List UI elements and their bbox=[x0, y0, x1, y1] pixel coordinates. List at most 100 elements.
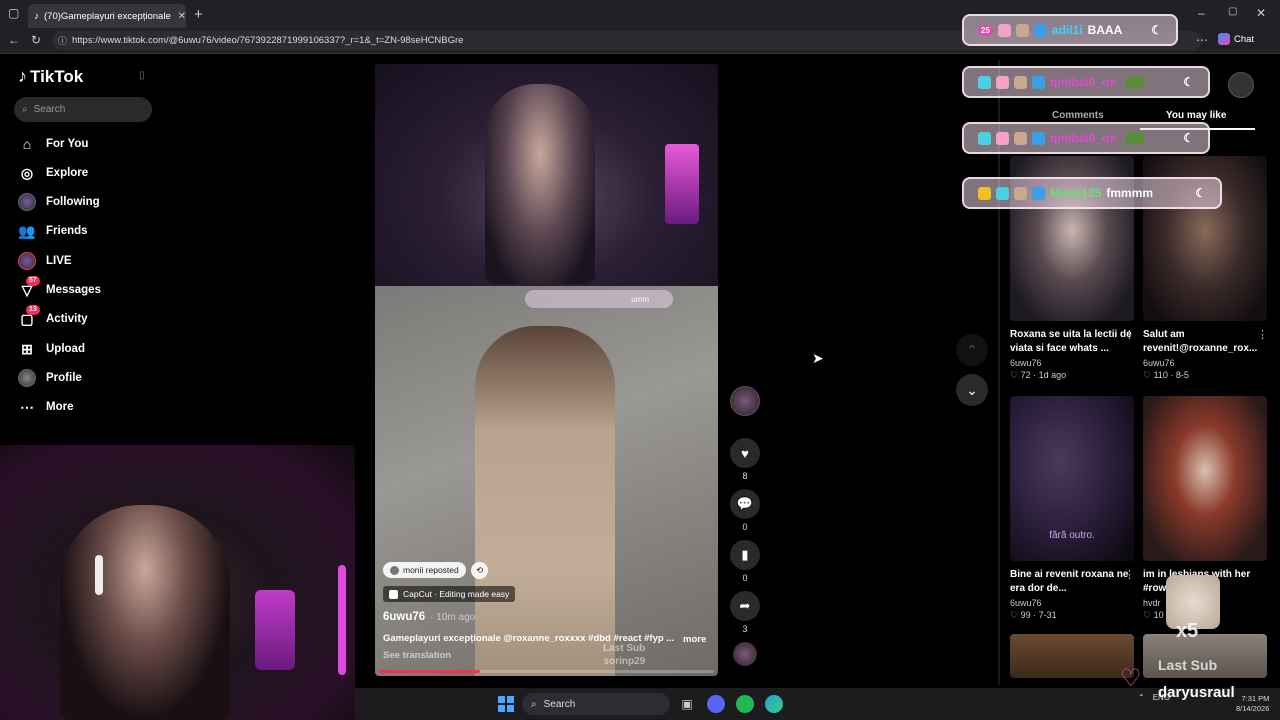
share-icon: ➦ bbox=[739, 598, 751, 613]
sidebar-item-friends[interactable]: 👥 Friends bbox=[18, 220, 87, 242]
sidebar-item-label: More bbox=[46, 401, 74, 413]
task-view-icon[interactable]: ▣ bbox=[679, 696, 695, 712]
sidebar-item-activity[interactable]: ▢ 13 Activity bbox=[18, 305, 88, 330]
chat-overlay-message: qmihai0_ox ☾ bbox=[962, 122, 1210, 154]
tray-chevron-icon[interactable]: ⌃ bbox=[1138, 693, 1145, 702]
caption-more-button[interactable]: more bbox=[683, 634, 706, 645]
collapse-sidebar-icon[interactable]: ▯ bbox=[139, 70, 145, 81]
tab-comments[interactable]: Comments bbox=[1052, 110, 1104, 121]
moon-icon: ☾ bbox=[1195, 186, 1206, 200]
browser-tab[interactable]: ♪ (70)Gameplayuri excepționale ✕ bbox=[28, 4, 186, 28]
spotify-icon[interactable] bbox=[736, 695, 754, 713]
previous-video-button[interactable]: ⌃ bbox=[956, 334, 988, 366]
taskbar-search-label: Search bbox=[543, 698, 576, 710]
video-player[interactable]: umm monii reposted ⟲ CapCut · Editing ma… bbox=[375, 64, 718, 676]
copilot-chat-button[interactable]: Chat bbox=[1218, 33, 1254, 45]
chat-user: qmihai0_ox bbox=[1050, 131, 1117, 145]
search-icon: ⌕ bbox=[531, 698, 537, 710]
windows-start-icon[interactable] bbox=[498, 696, 514, 712]
capcut-icon bbox=[389, 589, 398, 599]
like-button[interactable]: ♥ bbox=[730, 438, 760, 468]
see-translation-link[interactable]: See translation bbox=[383, 650, 451, 661]
search-input[interactable]: ⌕ Search bbox=[14, 97, 152, 122]
stream-watermark: Last Sub sorinp29 bbox=[603, 642, 645, 668]
sidebar-item-following[interactable]: Following bbox=[18, 191, 100, 213]
video-thumbnail[interactable] bbox=[1010, 634, 1134, 678]
chat-user: adil1i bbox=[1051, 23, 1083, 37]
chat-text: fmmmm bbox=[1106, 186, 1154, 200]
sidebar-item-label: LIVE bbox=[46, 255, 72, 267]
card-options-icon[interactable]: ⋮ bbox=[1257, 328, 1268, 341]
compass-icon: ◎ bbox=[20, 164, 34, 181]
video-progress-track[interactable] bbox=[379, 670, 714, 673]
sidebar-item-live[interactable]: LIVE bbox=[18, 250, 72, 272]
taskbar-search[interactable]: ⌕ Search bbox=[522, 693, 670, 715]
share-count: 3 bbox=[742, 624, 748, 634]
sidebar-item-messages[interactable]: ▽ 57 Messages bbox=[18, 276, 101, 301]
watermark-last-sub: Last Sub bbox=[603, 643, 646, 654]
video-top-frame bbox=[375, 64, 718, 286]
maximize-icon[interactable]: ▢ bbox=[1228, 6, 1237, 17]
badge-icon bbox=[996, 75, 1009, 89]
card-user: 6uwu76 bbox=[1010, 598, 1042, 608]
edge-icon[interactable] bbox=[765, 695, 783, 713]
menu-dots-icon[interactable]: ⋯ bbox=[1196, 33, 1208, 47]
microphone-light bbox=[255, 590, 295, 670]
card-options-icon[interactable]: ⋮ bbox=[1124, 328, 1135, 341]
card-meta: ♡ 110 · 8-5 bbox=[1143, 370, 1189, 380]
back-icon[interactable]: ← bbox=[8, 33, 20, 47]
creator-avatar[interactable] bbox=[730, 386, 760, 416]
sword-badge-icon bbox=[1032, 186, 1045, 200]
repost-chip[interactable]: monii reposted bbox=[383, 562, 466, 578]
comment-button[interactable]: 💬 bbox=[730, 489, 760, 519]
video-person-top bbox=[485, 84, 595, 284]
user-avatar[interactable] bbox=[1228, 72, 1254, 98]
sidebar-item-label: Activity bbox=[46, 313, 88, 325]
frog-emote-icon bbox=[1126, 131, 1145, 145]
close-tab-icon[interactable]: ✕ bbox=[178, 11, 186, 22]
card-user: 6uwu76 bbox=[1143, 358, 1175, 368]
tiktok-logo[interactable]: ♪ TikTok bbox=[18, 66, 83, 87]
gift-badge-icon bbox=[978, 75, 991, 89]
sidebar-item-for-you[interactable]: ⌂ For You bbox=[18, 133, 89, 155]
comment-count: 0 bbox=[742, 522, 748, 532]
tab-actions-icon[interactable]: ▢ bbox=[8, 6, 19, 20]
tab-you-may-like[interactable]: You may like bbox=[1166, 110, 1226, 121]
card-options-icon[interactable]: ⋮ bbox=[1124, 568, 1135, 581]
chat-text: BAAA bbox=[1087, 23, 1123, 37]
copilot-icon bbox=[1218, 33, 1230, 45]
last-sub-user: daryusraul bbox=[1158, 684, 1235, 701]
live-icon bbox=[18, 252, 36, 270]
capcut-chip[interactable]: CapCut · Editing made easy bbox=[383, 586, 516, 602]
share-button[interactable]: ➦ bbox=[730, 591, 760, 621]
taskbar-clock[interactable]: 7:31 PM 8/14/2026 bbox=[1236, 694, 1269, 714]
sidebar-item-profile[interactable]: Profile bbox=[18, 367, 82, 389]
minimize-icon[interactable]: – bbox=[1198, 6, 1205, 20]
suggested-video-card[interactable]: fără outro. Bine ai revenit roxana ne er… bbox=[1010, 396, 1134, 621]
refresh-icon[interactable]: ↻ bbox=[31, 33, 41, 47]
close-window-icon[interactable]: ✕ bbox=[1256, 6, 1266, 20]
sidebar-item-upload[interactable]: ⊞ Upload bbox=[18, 338, 85, 360]
new-tab-icon[interactable]: + bbox=[194, 6, 203, 23]
site-info-icon[interactable]: ⓘ bbox=[58, 34, 67, 47]
activity-icon: ▢ 13 bbox=[18, 305, 40, 328]
badge-icon bbox=[996, 131, 1009, 145]
sidebar-item-explore[interactable]: ◎ Explore bbox=[18, 162, 88, 184]
frog-emote-icon bbox=[1126, 75, 1145, 89]
tiktok-favicon-icon: ♪ bbox=[34, 10, 39, 22]
emote-icon bbox=[1014, 75, 1027, 89]
next-video-button[interactable]: ⌄ bbox=[956, 374, 988, 406]
sword-badge-icon bbox=[1032, 131, 1045, 145]
video-thumbnail bbox=[1143, 396, 1267, 561]
video-mic-light bbox=[665, 144, 699, 224]
sidebar-item-more[interactable]: ⋯ More bbox=[18, 396, 73, 418]
save-button[interactable]: ▮ bbox=[730, 540, 760, 570]
save-count: 0 bbox=[742, 573, 748, 583]
sound-disc-icon[interactable] bbox=[733, 642, 757, 666]
moon-icon: ☾ bbox=[1183, 131, 1194, 145]
video-chat-msg: umm bbox=[631, 294, 649, 304]
repost-button[interactable]: ⟲ bbox=[471, 562, 489, 579]
discord-icon[interactable] bbox=[707, 695, 725, 713]
search-icon: ⌕ bbox=[22, 104, 28, 115]
video-author[interactable]: 6uwu76 bbox=[383, 611, 425, 623]
